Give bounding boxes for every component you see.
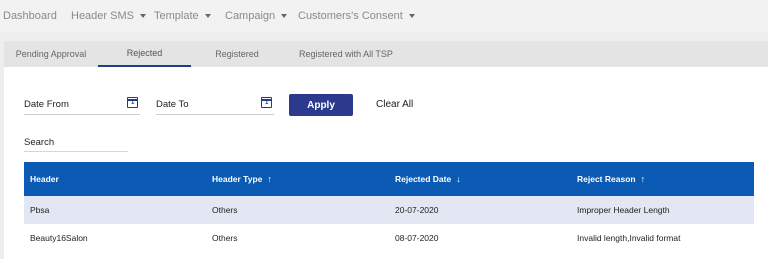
column-header-header-type[interactable]: Header Type ↑ [212, 162, 272, 196]
nav-header-sms[interactable]: Header SMS [71, 10, 146, 22]
nav-dashboard[interactable]: Dashboard [3, 10, 57, 22]
tab-registered-all-tsp[interactable]: Registered with All TSP [283, 41, 409, 67]
column-header-reject-reason[interactable]: Reject Reason ↑ [577, 162, 645, 196]
nav-header-sms-label: Header SMS [71, 10, 134, 22]
table-row[interactable]: Beauty16Salon Others 08-07-2020 Invalid … [24, 224, 754, 252]
chevron-down-icon [139, 14, 146, 18]
cell-rejected-date: 20-07-2020 [395, 205, 439, 215]
tab-registered[interactable]: Registered [191, 41, 283, 67]
calendar-icon[interactable] [127, 97, 138, 108]
nav-dashboard-label: Dashboard [3, 10, 57, 22]
nav-customers-consent[interactable]: Customers's Consent [298, 10, 415, 22]
tab-registered-label: Registered [215, 49, 259, 59]
cell-reject-reason: Improper Header Length [577, 205, 670, 215]
column-rejected-date-label: Rejected Date [395, 174, 452, 184]
cell-header-type: Others [212, 205, 238, 215]
tab-pending-approval[interactable]: Pending Approval [4, 41, 98, 67]
column-header-header[interactable]: Header [30, 162, 59, 196]
cell-reject-reason: Invalid length,Invalid format [577, 233, 681, 243]
calendar-icon[interactable] [261, 97, 272, 108]
nav-customers-consent-label: Customers's Consent [298, 10, 403, 22]
nav-campaign[interactable]: Campaign [225, 10, 288, 22]
date-to-field[interactable]: Date To [156, 97, 274, 115]
date-from-field[interactable]: Date From [24, 97, 140, 115]
cell-header: Beauty16Salon [30, 233, 88, 243]
tab-bar: Pending Approval Rejected Registered Reg… [4, 41, 768, 67]
chevron-down-icon [281, 14, 288, 18]
cell-header-type: Others [212, 233, 238, 243]
apply-button[interactable]: Apply [289, 94, 353, 116]
chevron-down-icon [204, 14, 211, 18]
cell-header: Pbsa [30, 205, 50, 215]
clear-all-button[interactable]: Clear All [376, 99, 413, 110]
column-reject-reason-label: Reject Reason [577, 174, 636, 184]
date-from-label: Date From [24, 99, 69, 110]
tab-pending-approval-label: Pending Approval [15, 49, 87, 59]
table-row[interactable]: Pbsa Others 20-07-2020 Improper Header L… [24, 196, 754, 224]
column-header-type-label: Header Type [212, 174, 263, 184]
date-to-label: Date To [156, 99, 189, 110]
chevron-down-icon [408, 14, 415, 18]
nav-campaign-label: Campaign [225, 10, 276, 22]
sort-arrow-down-icon: ↓ [456, 174, 461, 184]
column-header-rejected-date[interactable]: Rejected Date ↓ [395, 162, 461, 196]
search-placeholder: Search [24, 137, 55, 148]
sort-arrow-up-icon: ↑ [267, 174, 272, 184]
top-nav: Dashboard Header SMS Template Campaign C… [0, 0, 768, 32]
column-header-label: Header [30, 174, 59, 184]
main-card: Pending Approval Rejected Registered Reg… [4, 41, 768, 259]
table-header: Header Header Type ↑ Rejected Date ↓ Rej… [24, 162, 754, 196]
search-input[interactable]: Search [24, 137, 128, 152]
nav-template[interactable]: Template [154, 10, 211, 22]
tab-rejected[interactable]: Rejected [98, 41, 191, 67]
tab-registered-all-tsp-label: Registered with All TSP [299, 49, 393, 59]
tab-rejected-label: Rejected [126, 48, 163, 58]
cell-rejected-date: 08-07-2020 [395, 233, 439, 243]
sort-arrow-up-icon: ↑ [640, 174, 646, 184]
nav-template-label: Template [154, 10, 199, 22]
